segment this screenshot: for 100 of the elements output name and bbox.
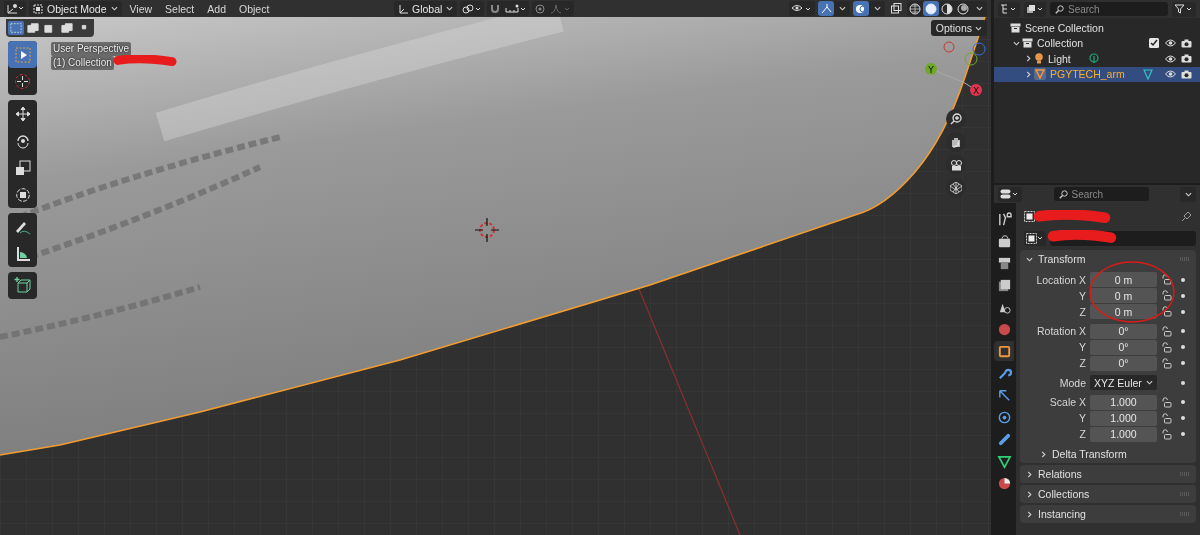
caret-icon	[1026, 255, 1033, 263]
panel-header[interactable]: Collections	[1020, 485, 1196, 503]
keyframe-dot-icon[interactable]	[1181, 380, 1185, 385]
lock-icon[interactable]	[1161, 274, 1172, 286]
search-field[interactable]: Search	[1050, 2, 1168, 16]
redaction-mark	[112, 55, 178, 67]
keyframe-dot-icon[interactable]	[1181, 277, 1185, 282]
number-field[interactable]: 1.000	[1090, 394, 1157, 410]
pin-icon[interactable]	[1181, 210, 1192, 222]
link-icon	[462, 3, 483, 14]
keyframe-dot-icon[interactable]	[1181, 361, 1185, 366]
number-field[interactable]: 0 m	[1090, 288, 1157, 304]
overlay-circles-icon	[855, 3, 867, 14]
field-label: Rotation X	[1035, 325, 1086, 338]
lock-icon[interactable]	[1161, 428, 1172, 440]
display-mode-button[interactable]	[998, 1, 1020, 17]
caret-icon	[975, 5, 983, 12]
mode-dropdown[interactable]: Object Mode	[29, 1, 122, 16]
field-label: Z	[1078, 305, 1086, 318]
editor-type-button[interactable]	[998, 186, 1022, 202]
editor-type-button[interactable]	[4, 1, 26, 16]
keyframe-dot-icon[interactable]	[1181, 329, 1185, 334]
shading-mode-button[interactable]	[923, 1, 939, 16]
subpanel-header[interactable]: Delta Transform	[1020, 446, 1196, 463]
camera-icon[interactable]	[1181, 38, 1192, 48]
outliner-row[interactable]: Light	[994, 51, 1200, 67]
eye-icon[interactable]	[1165, 70, 1176, 79]
gizmo-toggle[interactable]	[818, 1, 834, 16]
search-field[interactable]: Search	[1053, 187, 1149, 201]
xray-toggle[interactable]	[888, 1, 904, 16]
field-label: Z	[1078, 428, 1086, 441]
camera-icon[interactable]	[1181, 54, 1192, 64]
keyframe-dot-icon[interactable]	[1181, 400, 1185, 405]
overlay-toggle[interactable]	[853, 1, 869, 16]
number-field[interactable]: 0°	[1090, 355, 1157, 371]
caret-icon	[873, 5, 881, 12]
options-dropdown[interactable]: Options	[930, 20, 987, 36]
outliner-row[interactable]: PGYTECH_arm	[994, 66, 1200, 82]
tree-list-icon	[1000, 4, 1018, 14]
menu-item[interactable]: Select	[160, 2, 200, 15]
checkbox[interactable]	[1149, 38, 1159, 49]
options-button[interactable]	[1180, 186, 1196, 202]
keyframe-dot-icon[interactable]	[1181, 293, 1185, 298]
lock-icon[interactable]	[1161, 357, 1172, 369]
printer-icon	[996, 255, 1012, 271]
shading-mode-button[interactable]	[907, 1, 923, 16]
panel-header[interactable]: Relations	[1020, 465, 1196, 483]
eye-icon[interactable]	[1165, 39, 1176, 48]
camera-icon[interactable]	[1181, 69, 1192, 79]
number-field[interactable]: 1.000	[1090, 426, 1157, 442]
dropdown[interactable]: XYZ Euler	[1090, 375, 1157, 391]
menu-item[interactable]: View	[124, 2, 158, 15]
lock-icon[interactable]	[1161, 396, 1172, 408]
eye-icon[interactable]	[1165, 54, 1176, 63]
triangle-icon	[1034, 68, 1046, 81]
filter-button[interactable]	[1172, 1, 1196, 17]
filter-dropdown[interactable]	[1024, 1, 1046, 17]
lock-icon[interactable]	[1161, 341, 1172, 353]
lock-icon[interactable]	[1161, 325, 1172, 337]
lock-icon[interactable]	[1161, 306, 1172, 318]
outliner-row[interactable]: Scene Collection	[994, 20, 1200, 36]
menu-item[interactable]: Object	[234, 2, 275, 15]
selection-mode-button[interactable]	[59, 21, 75, 35]
keyframe-dot-icon[interactable]	[1181, 309, 1185, 314]
selection-mode-button[interactable]	[25, 21, 41, 35]
shading-mode-button[interactable]	[939, 1, 955, 16]
caret-icon	[446, 5, 454, 12]
physics-icon	[996, 409, 1012, 425]
light-data-icon	[1088, 53, 1099, 65]
panel-header[interactable]: Instancing	[1020, 505, 1196, 523]
lock-icon[interactable]	[1161, 412, 1172, 424]
keyframe-dot-icon[interactable]	[1181, 416, 1185, 421]
tool-button[interactable]	[8, 41, 37, 68]
pivot-button[interactable]	[460, 1, 485, 16]
triangle-icon	[996, 453, 1012, 469]
number-field[interactable]: 0°	[1090, 323, 1157, 339]
caret-icon	[1026, 510, 1033, 518]
mesh-data-icon	[1142, 68, 1153, 80]
caret-icon	[1040, 450, 1047, 458]
lock-icon[interactable]	[1161, 290, 1172, 302]
properties-tab[interactable]	[994, 341, 1014, 361]
outliner-row[interactable]: Collection	[994, 35, 1200, 51]
menu-item[interactable]: Add	[202, 2, 231, 15]
field-label: Z	[1078, 357, 1086, 370]
visibility-button[interactable]	[789, 1, 815, 16]
image-stack-icon	[996, 277, 1012, 293]
collection-box-icon	[1022, 38, 1033, 49]
keyframe-dot-icon[interactable]	[1181, 345, 1185, 350]
number-field[interactable]: 0°	[1090, 339, 1157, 355]
field-label: Y	[1078, 412, 1086, 425]
panel-header[interactable]: Transform	[1020, 250, 1196, 268]
keyframe-dot-icon[interactable]	[1181, 432, 1185, 437]
number-field[interactable]: 0 m	[1090, 272, 1157, 288]
orientation-dropdown[interactable]: Global	[394, 1, 458, 16]
object-browse-button[interactable]	[1024, 230, 1046, 246]
ruler-icon	[14, 245, 31, 262]
shading-mode-button[interactable]	[955, 1, 971, 16]
object-icon	[1024, 210, 1035, 222]
number-field[interactable]: 0 m	[1090, 304, 1157, 320]
number-field[interactable]: 1.000	[1090, 410, 1157, 426]
